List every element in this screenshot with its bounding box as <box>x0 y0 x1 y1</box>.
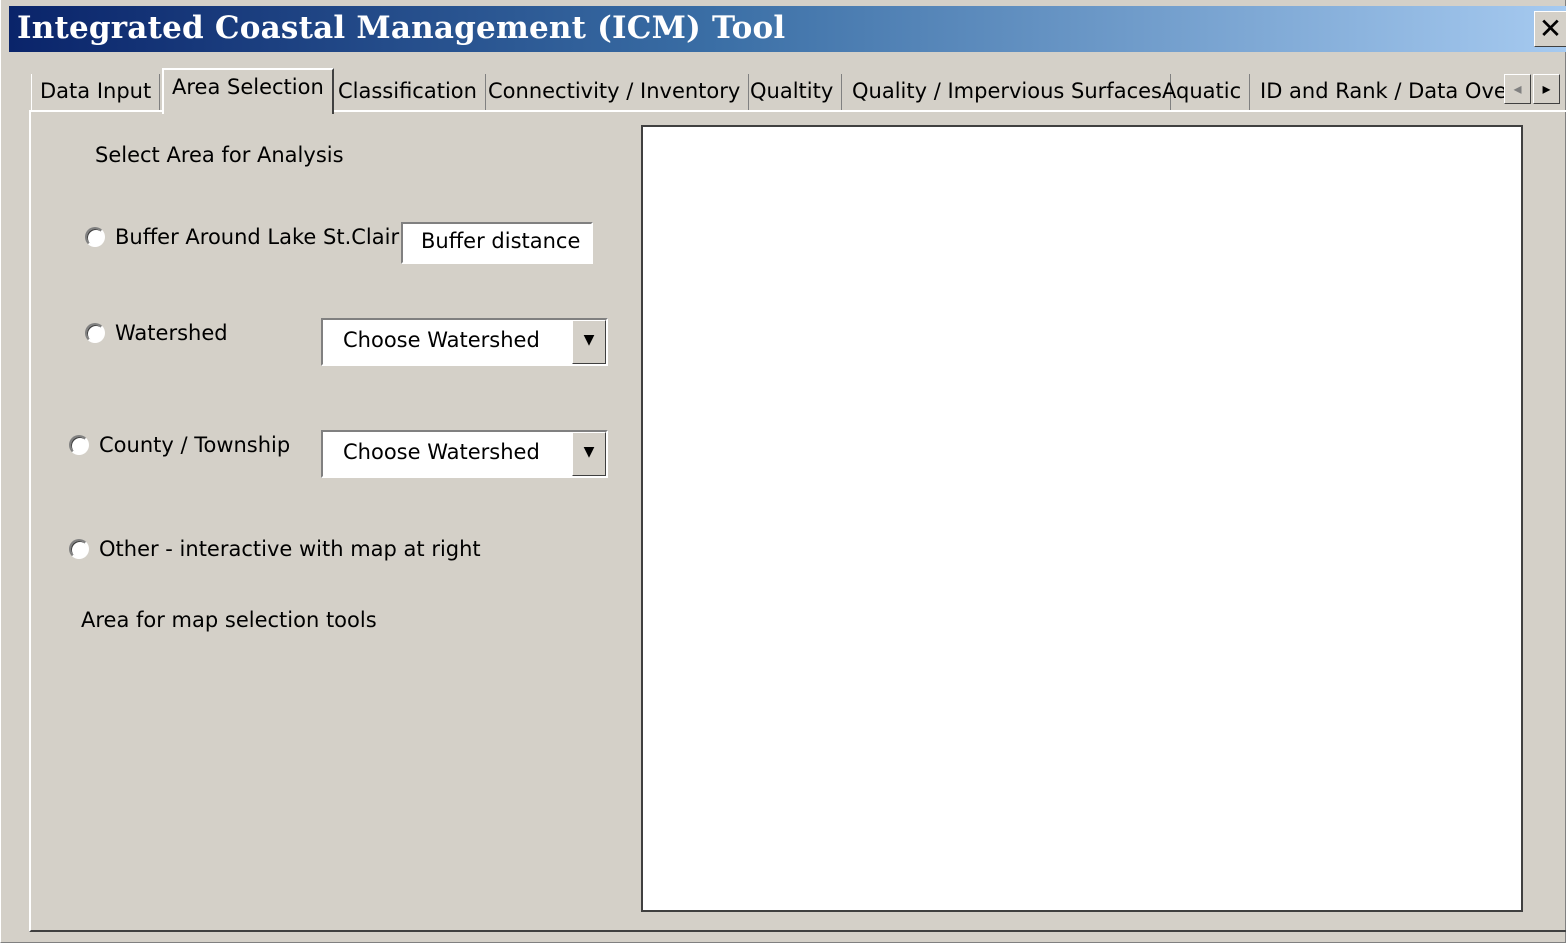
tab-area-selection[interactable]: Area Selection <box>162 68 334 114</box>
watershed-radio-label[interactable]: Watershed <box>115 321 228 345</box>
county-dropdown-button[interactable]: ▼ <box>572 432 606 476</box>
watershed-select[interactable]: Choose Watershed ▼ <box>321 318 608 366</box>
tab-connectivity-inventory[interactable]: Connectivity / Inventory <box>480 74 750 112</box>
tab-data-input[interactable]: Data Input <box>31 74 161 112</box>
tab-label: Area Selection <box>172 75 324 99</box>
tab-id-and-rank[interactable]: ID and Rank / Data Over <box>1252 74 1504 112</box>
tab-label: ID and Rank / Data Over <box>1260 79 1504 103</box>
title-bar[interactable]: Integrated Coastal Management (ICM) Tool <box>9 6 1566 52</box>
tab-label: Aquatic <box>1162 79 1242 103</box>
arrow-left-icon: ◂ <box>1513 79 1522 98</box>
chevron-down-icon: ▼ <box>583 332 595 348</box>
select-area-heading: Select Area for Analysis <box>95 143 344 167</box>
tab-qualtity[interactable]: Qualtity <box>742 74 843 112</box>
icm-window: Integrated Coastal Management (ICM) Tool… <box>0 0 1566 943</box>
buffer-distance-input[interactable]: Buffer distance <box>401 222 593 264</box>
window-title: Integrated Coastal Management (ICM) Tool <box>17 10 786 46</box>
close-button[interactable]: ✕ <box>1534 11 1566 47</box>
county-radio[interactable] <box>69 435 89 455</box>
other-radio-label[interactable]: Other - interactive with map at right <box>99 537 481 561</box>
watershed-radio[interactable] <box>85 323 105 343</box>
county-select[interactable]: Choose Watershed ▼ <box>321 430 608 478</box>
tab-classification[interactable]: Classification <box>330 74 486 112</box>
other-radio[interactable] <box>69 539 89 559</box>
map-canvas[interactable] <box>641 125 1523 912</box>
map-tools-label: Area for map selection tools <box>81 608 377 632</box>
county-radio-label[interactable]: County / Township <box>99 433 290 457</box>
arrow-right-icon: ▸ <box>1542 79 1551 98</box>
watershed-select-value: Choose Watershed <box>343 328 540 352</box>
tab-label: Quality / Impervious Surfaces <box>852 79 1162 103</box>
watershed-dropdown-button[interactable]: ▼ <box>572 320 606 364</box>
tab-strip: Data Input Area Selection Classification… <box>31 68 1566 114</box>
tab-label: Connectivity / Inventory <box>488 79 741 103</box>
county-select-value: Choose Watershed <box>343 440 540 464</box>
tab-label: Classification <box>338 79 477 103</box>
buffer-radio[interactable] <box>85 227 105 247</box>
tab-label: Data Input <box>40 79 152 103</box>
close-icon: ✕ <box>1538 12 1563 45</box>
tab-aquatic[interactable]: Aquatic <box>1154 74 1251 112</box>
buffer-radio-label[interactable]: Buffer Around Lake St.Clair <box>115 225 399 249</box>
tab-label: Qualtity <box>750 79 834 103</box>
tab-scroll-right-button[interactable]: ▸ <box>1533 74 1560 104</box>
tab-scroll-left-button[interactable]: ◂ <box>1504 74 1531 104</box>
tab-quality-impervious-surfaces[interactable]: Quality / Impervious Surfaces <box>844 74 1171 112</box>
chevron-down-icon: ▼ <box>583 444 595 460</box>
